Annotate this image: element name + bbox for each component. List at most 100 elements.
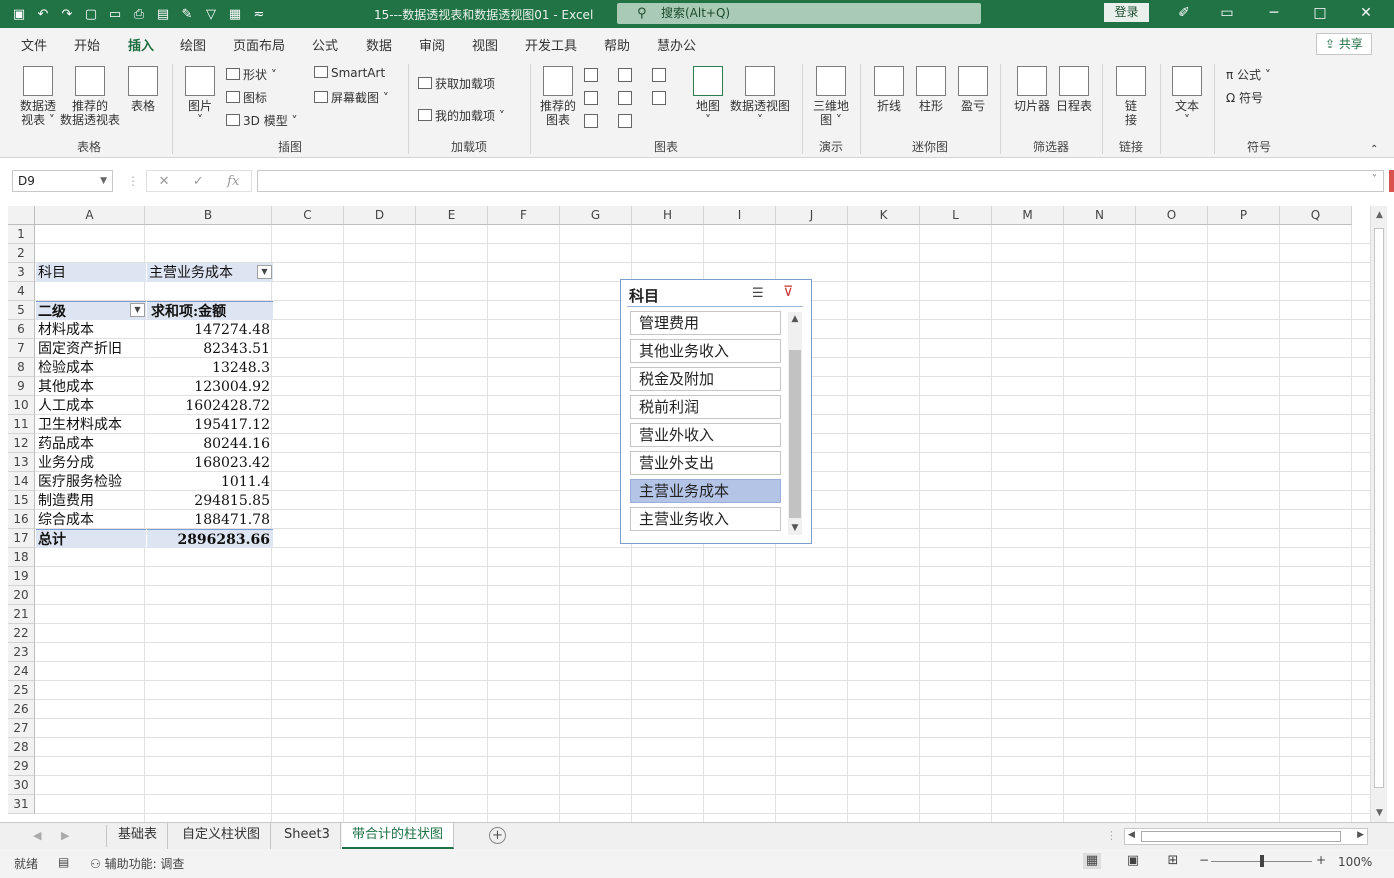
tab-review[interactable]: 审阅 <box>419 35 445 54</box>
page-layout-view-icon[interactable]: ▣ <box>1124 853 1142 869</box>
column-header[interactable]: H <box>632 206 704 225</box>
collapse-ribbon-icon[interactable]: ⌃ <box>1370 144 1378 155</box>
insert-function-icon[interactable]: fx <box>227 174 239 189</box>
row-header[interactable]: 26 <box>8 700 35 719</box>
sparkline-column-button[interactable]: 柱形 <box>912 66 950 113</box>
next-sheet-icon[interactable]: ▶ <box>61 829 69 842</box>
row-header[interactable]: 5 <box>8 301 35 320</box>
slicer-item[interactable]: 税金及附加 <box>630 367 781 391</box>
column-header[interactable]: C <box>272 206 344 225</box>
pivot-table-button[interactable]: 数据透 视表 ˅ <box>14 66 62 127</box>
row-header[interactable]: 3 <box>8 263 35 282</box>
column-header[interactable]: K <box>848 206 920 225</box>
pivot-row-value[interactable]: 80244.16 <box>147 434 273 453</box>
pivot-row-value[interactable]: 1011.4 <box>147 472 273 491</box>
column-header[interactable]: L <box>920 206 992 225</box>
splitter-icon[interactable]: ⋮ <box>1106 829 1117 842</box>
smartart-button[interactable]: SmartArt <box>314 66 385 80</box>
column-header[interactable]: Q <box>1280 206 1352 225</box>
pivot-row-value[interactable]: 195417.12 <box>147 415 273 434</box>
multi-select-icon[interactable]: ☰ <box>752 286 764 301</box>
scroll-down-icon[interactable]: ▼ <box>788 523 802 533</box>
column-header[interactable]: M <box>992 206 1064 225</box>
slicer-scroll-thumb[interactable] <box>789 350 801 518</box>
column-header[interactable]: B <box>145 206 272 225</box>
redo-icon[interactable]: ↷ <box>58 5 76 23</box>
slicer-item[interactable]: 管理费用 <box>630 311 781 335</box>
scatter-chart-icon[interactable] <box>618 114 632 128</box>
column-header[interactable]: E <box>416 206 488 225</box>
pivot-row-value[interactable]: 1602428.72 <box>147 396 273 415</box>
horizontal-scrollbar[interactable]: ◀ ▶ <box>1124 828 1368 845</box>
row-header[interactable]: 6 <box>8 320 35 339</box>
pivot-chart-button[interactable]: 数据透视图 ˅ <box>728 66 792 127</box>
customize-qat-icon[interactable]: ≂ <box>250 5 268 23</box>
combo-chart-icon[interactable] <box>652 91 666 105</box>
zoom-slider-thumb[interactable] <box>1260 855 1264 867</box>
edit-icon[interactable]: ✎ <box>178 5 196 23</box>
3d-map-button[interactable]: 三维地 图 ˅ <box>808 66 854 127</box>
column-header[interactable]: J <box>776 206 848 225</box>
horizontal-scroll-thumb[interactable] <box>1141 831 1341 842</box>
icons-button[interactable]: 图标 <box>226 89 267 106</box>
undo-icon[interactable]: ↶ <box>34 5 52 23</box>
column-chart-icon[interactable] <box>584 68 598 82</box>
sheet-tab-total-bar[interactable]: 带合计的柱状图 <box>342 823 455 849</box>
slicer-item[interactable]: 其他业务收入 <box>630 339 781 363</box>
ribbon-display-icon[interactable]: ▭ <box>1215 3 1239 23</box>
minimize-icon[interactable]: ─ <box>1262 3 1286 23</box>
pivot-row-value[interactable]: 147274.48 <box>147 320 273 339</box>
pivot-row-label[interactable]: 卫生材料成本 <box>36 415 146 434</box>
tab-formulas[interactable]: 公式 <box>312 35 338 54</box>
search-box[interactable]: ⚲ 搜索(Alt+Q) <box>617 3 981 24</box>
pivot-row-label[interactable]: 综合成本 <box>36 510 146 529</box>
row-header[interactable]: 14 <box>8 472 35 491</box>
pivot-row-label[interactable]: 药品成本 <box>36 434 146 453</box>
column-header[interactable]: F <box>488 206 560 225</box>
slicer-item[interactable]: 税前利润 <box>630 395 781 419</box>
row-header[interactable]: 23 <box>8 643 35 662</box>
row-header[interactable]: 20 <box>8 586 35 605</box>
pivot-row-label[interactable]: 材料成本 <box>36 320 146 339</box>
row-header[interactable]: 13 <box>8 453 35 472</box>
select-all-corner[interactable] <box>8 206 35 225</box>
new-file-icon[interactable]: ▢ <box>82 5 100 23</box>
sheet-tab-custom-bar[interactable]: 自定义柱状图 <box>172 823 272 849</box>
column-header[interactable]: G <box>560 206 632 225</box>
sparkline-winloss-button[interactable]: 盈亏 <box>954 66 992 113</box>
row-header[interactable]: 9 <box>8 377 35 396</box>
pivot-row-label[interactable]: 医疗服务检验 <box>36 472 146 491</box>
column-header[interactable]: D <box>344 206 416 225</box>
pivot-row-value[interactable]: 168023.42 <box>147 453 273 472</box>
tab-insert[interactable]: 插入 <box>125 35 157 60</box>
pivot-row-value[interactable]: 123004.92 <box>147 377 273 396</box>
map-chart-button[interactable]: 地图 ˅ <box>690 66 726 127</box>
row-header[interactable]: 31 <box>8 795 35 814</box>
name-box[interactable]: D9 ▼ <box>12 170 113 192</box>
maximize-icon[interactable]: □ <box>1308 3 1332 23</box>
row-header[interactable]: 17 <box>8 529 35 548</box>
zoom-out-icon[interactable]: − <box>1199 853 1209 867</box>
timeline-button[interactable]: 日程表 <box>1052 66 1096 113</box>
tab-huibangong[interactable]: 慧办公 <box>657 35 696 54</box>
row-header[interactable]: 2 <box>8 244 35 263</box>
pivot-filter-value[interactable]: 主营业务成本 <box>147 263 273 282</box>
open-folder-icon[interactable]: ▭ <box>106 5 124 23</box>
text-button[interactable]: 文本 ˅ <box>1168 66 1206 127</box>
3d-model-button[interactable]: 3D 模型 ˅ <box>226 112 298 129</box>
pivot-row-label[interactable]: 人工成本 <box>36 396 146 415</box>
pivot-row-label[interactable]: 制造费用 <box>36 491 146 510</box>
splitter-icon[interactable]: ⋮ <box>127 174 139 188</box>
share-button[interactable]: ⇪ 共享 <box>1316 33 1372 55</box>
tab-help[interactable]: 帮助 <box>604 35 630 54</box>
tab-file[interactable]: 文件 <box>21 35 47 54</box>
pivot-row-value[interactable]: 82343.51 <box>147 339 273 358</box>
slicer-scrollbar[interactable]: ▲ ▼ <box>788 312 802 535</box>
cancel-icon[interactable]: ✕ <box>159 174 170 189</box>
pivot-row-label[interactable]: 检验成本 <box>36 358 146 377</box>
link-button[interactable]: 链 接 <box>1112 66 1150 127</box>
symbol-button[interactable]: Ω 符号 <box>1226 89 1263 106</box>
statistic-chart-icon[interactable] <box>618 91 632 105</box>
pivot-row-value[interactable]: 188471.78 <box>147 510 273 529</box>
row-header[interactable]: 8 <box>8 358 35 377</box>
